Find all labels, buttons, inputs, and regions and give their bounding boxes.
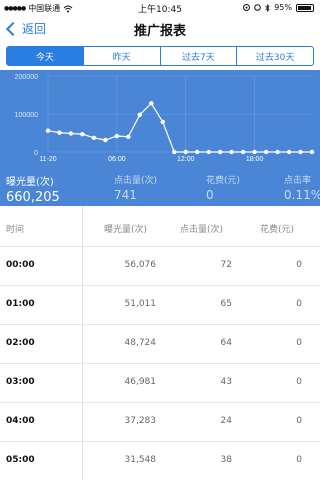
status-bar: ●●●●● 中国联通 上午10:45 95% [0,0,320,16]
tab-past-7-days[interactable]: 过去7天 [159,47,237,65]
impressions-chart: 200000 100000 0 11-20 06:00 12:00 18:00 [0,70,320,170]
data-point [172,149,177,155]
stat-clicks[interactable]: 点击量(次) 741 [114,173,157,202]
tab-yesterday[interactable]: 昨天 [82,47,160,65]
data-point [91,135,97,141]
series-line [47,102,312,153]
stat-label: 点击量(次) [114,176,158,186]
row-time: 05:00 [6,455,35,465]
data-point [114,133,120,139]
row-impressions: 37,283 [124,416,157,426]
data-point [195,149,200,155]
row-impressions: 46,981 [124,377,157,387]
data-point [240,149,246,155]
row-clicks: 43 [220,377,232,387]
row-clicks: 65 [220,299,232,309]
row-time: 03:00 [6,377,35,387]
x-tick-label: 06:00 [108,156,126,163]
x-tick-label: 12:00 [177,156,195,163]
row-clicks: 38 [220,455,232,465]
row-impressions: 31,548 [124,455,157,465]
data-point [57,130,62,135]
stat-label: 曝光量(次) [6,177,54,188]
data-point [275,149,280,155]
data-point [286,149,292,155]
date-range-tabs: 今天 昨天 过去7天 过去30天 [6,46,314,66]
data-point [68,131,74,136]
stat-label: 花费(元) [206,176,241,186]
header-clicks: 点击量(次) [180,225,224,235]
stat-value: 0 [206,188,214,202]
nav-bar: 返回 推广报表 [0,16,320,42]
data-point [80,131,85,137]
y-tick-label: 100000 [15,112,38,119]
stat-label: 点击率 [284,176,312,186]
stat-value: 741 [114,188,137,202]
table-row[interactable]: 04:00 37,283 24 0 [0,402,320,441]
battery-icon [296,3,314,12]
tab-today[interactable]: 今天 [7,47,83,65]
header-impressions: 曝光量(次) [104,225,148,235]
data-point [252,149,257,155]
status-right: 95% [243,3,314,12]
x-tick-label: 11-20 [39,156,56,163]
stat-ctr[interactable]: 点击率 0.11% [284,173,320,202]
row-impressions: 51,011 [124,299,157,309]
stat-impressions[interactable]: 曝光量(次) 660,205 [6,173,60,205]
location-icon [243,4,251,11]
table-row[interactable]: 05:00 31,548 38 0 [0,441,320,480]
header-time: 时间 [6,225,25,235]
data-point [103,137,108,143]
y-tick-label: 0 [34,150,38,157]
data-point [160,119,165,125]
row-time: 02:00 [6,338,35,348]
stat-value: 0.11% [284,188,320,202]
table-row[interactable]: 01:00 51,011 65 0 [0,285,320,324]
row-time: 01:00 [6,299,35,309]
bluetooth-icon [265,3,270,12]
table-row[interactable]: 00:00 56,076 72 0 [0,246,320,285]
row-clicks: 72 [220,260,232,270]
stat-value: 660,205 [6,190,60,205]
row-clicks: 24 [220,416,232,426]
y-tick-label: 200000 [15,74,38,81]
row-cost: 0 [296,455,302,465]
row-cost: 0 [296,338,302,348]
chart-svg: 200000 100000 011-20 06:00 12:00 18:00 [15,74,315,163]
row-impressions: 48,724 [124,338,157,348]
row-clicks: 64 [220,338,232,348]
alarm-icon [254,4,262,11]
page-title: 推广报表 [133,24,186,39]
tab-past-30-days[interactable]: 过去30天 [236,47,313,65]
row-cost: 0 [296,377,302,387]
data-point [206,149,211,155]
data-point [263,149,269,155]
header-cost: 花费(元) [260,225,295,235]
table-header: 时间 曝光量(次) 点击量(次) 花费(元) [0,218,320,238]
row-cost: 0 [296,416,302,426]
stats-summary: 曝光量(次) 660,205 点击量(次) 741 花费(元) 0 点击率 0.… [0,170,320,206]
data-point [45,128,51,133]
row-time: 04:00 [6,416,35,426]
row-cost: 0 [296,299,302,309]
table-row[interactable]: 02:00 48,724 64 0 [0,324,320,363]
data-point [126,134,131,139]
table-row[interactable]: 03:00 46,981 43 0 [0,363,320,402]
row-time: 00:00 [6,260,35,270]
data-point [183,149,188,155]
row-cost: 0 [296,260,302,270]
x-tick-label: 18:00 [246,156,264,163]
row-impressions: 56,076 [124,260,157,270]
data-point [298,149,303,155]
battery-percent: 95% [274,3,292,12]
data-point [309,149,315,155]
stat-cost[interactable]: 花费(元) 0 [206,173,240,202]
data-point [137,112,143,117]
data-point [229,149,234,155]
data-point [149,101,154,106]
data-point [217,149,223,155]
